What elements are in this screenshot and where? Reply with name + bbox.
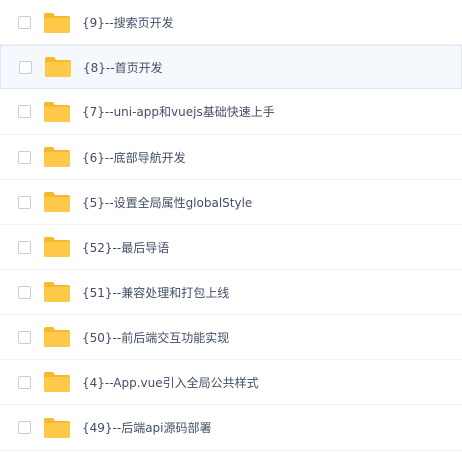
file-row[interactable]: {5}--设置全局属性globalStyle <box>0 180 462 225</box>
file-list: {9}--搜索页开发 {8}--首页开发 {7}--uni-app和vuejs基… <box>0 1 462 453</box>
folder-icon <box>44 372 70 392</box>
file-row[interactable]: {4}--App.vue引入全局公共样式 <box>0 360 462 405</box>
row-checkbox[interactable] <box>18 150 31 164</box>
folder-icon <box>45 57 71 77</box>
row-checkbox[interactable] <box>18 285 31 299</box>
row-checkbox[interactable] <box>18 375 31 389</box>
file-row[interactable]: {50}--前后端交互功能实现 <box>0 315 462 360</box>
file-name[interactable]: {49}--后端api源码部署 <box>82 419 212 436</box>
folder-icon <box>44 237 70 257</box>
file-row[interactable]: {6}--底部导航开发 <box>0 135 462 180</box>
file-name[interactable]: {52}--最后导语 <box>82 239 169 256</box>
folder-icon <box>44 192 70 212</box>
folder-icon <box>44 147 70 167</box>
folder-icon <box>44 12 70 33</box>
folder-icon <box>44 417 70 438</box>
file-name[interactable]: {7}--uni-app和vuejs基础快速上手 <box>82 103 275 120</box>
folder-icon <box>44 327 70 347</box>
file-row[interactable]: {52}--最后导语 <box>0 225 462 270</box>
file-name[interactable]: {51}--兼容处理和打包上线 <box>82 284 229 301</box>
file-name[interactable]: {8}--首页开发 <box>83 59 163 76</box>
file-row[interactable]: {9}--搜索页开发 <box>0 1 462 45</box>
file-row[interactable]: {51}--兼容处理和打包上线 <box>0 270 462 315</box>
file-name[interactable]: {4}--App.vue引入全局公共样式 <box>82 374 259 391</box>
file-row[interactable]: {49}--后端api源码部署 <box>0 405 462 451</box>
row-checkbox[interactable] <box>18 240 31 254</box>
file-name[interactable]: {6}--底部导航开发 <box>82 149 186 166</box>
file-name[interactable]: {50}--前后端交互功能实现 <box>82 329 229 346</box>
row-checkbox[interactable] <box>18 105 31 118</box>
file-name[interactable]: {5}--设置全局属性globalStyle <box>82 194 252 211</box>
row-checkbox[interactable] <box>18 330 31 344</box>
row-checkbox[interactable] <box>19 60 32 74</box>
row-checkbox[interactable] <box>18 421 31 434</box>
row-checkbox[interactable] <box>18 195 31 209</box>
folder-icon <box>44 101 70 122</box>
row-checkbox[interactable] <box>18 16 31 29</box>
file-name[interactable]: {9}--搜索页开发 <box>82 14 174 31</box>
file-row[interactable]: {7}--uni-app和vuejs基础快速上手 <box>0 89 462 135</box>
file-row[interactable]: {8}--首页开发 <box>0 45 462 89</box>
folder-icon <box>44 282 70 302</box>
